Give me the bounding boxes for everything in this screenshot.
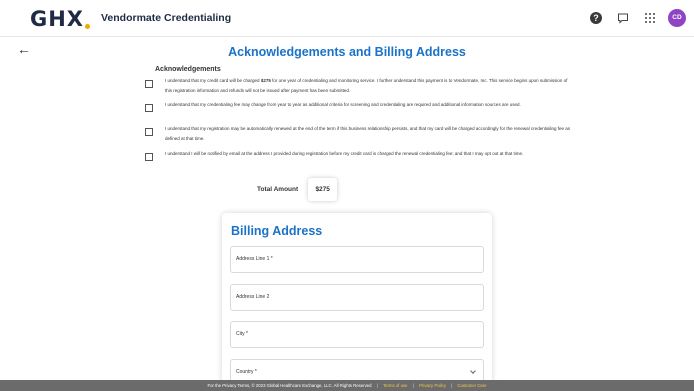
privacy-policy-link[interactable]: Privacy Policy xyxy=(419,383,446,388)
terms-of-use-link[interactable]: Terms of use xyxy=(383,383,408,388)
charge-amount: $275 xyxy=(260,78,271,83)
footer-separator: | xyxy=(451,383,453,388)
footer-separator: | xyxy=(412,383,414,388)
ghx-logo[interactable]: GHX xyxy=(30,7,91,31)
help-icon[interactable]: ? xyxy=(587,9,605,27)
top-bar: GHX Vendormate Credentialing ? CD xyxy=(0,0,694,37)
header-actions: ? CD xyxy=(587,9,686,27)
acknowledgement-row: I understand that my credentialing fee m… xyxy=(145,100,575,112)
acknowledgement-checkbox[interactable] xyxy=(145,153,153,161)
footer-separator: | xyxy=(376,383,378,388)
city-label: City * xyxy=(236,331,248,337)
acknowledgements-heading: Acknowledgements xyxy=(155,66,221,73)
chevron-down-icon xyxy=(470,368,476,374)
logo-text: GHX xyxy=(30,7,85,31)
app-title: Vendormate Credentialing xyxy=(101,12,232,24)
customer-care-link[interactable]: Customer Care xyxy=(457,383,486,388)
address-line-1-field[interactable]: Address Line 1 * xyxy=(230,246,484,273)
acknowledgement-checkbox[interactable] xyxy=(145,104,153,112)
acknowledgement-checkbox[interactable] xyxy=(145,80,153,88)
acknowledgement-row: I understand that my credit card will be… xyxy=(145,76,575,96)
country-label: Country * xyxy=(236,369,257,375)
billing-address-title: Billing Address xyxy=(231,224,323,238)
acknowledgement-row: I understand I will be notified by email… xyxy=(145,149,575,161)
page-title: Acknowledgements and Billing Address xyxy=(228,45,466,59)
acknowledgement-text: I understand that my credit card will be… xyxy=(165,78,568,93)
address-line-2-label: Address Line 2 xyxy=(236,294,270,300)
acknowledgement-row: I understand that my registration may be… xyxy=(145,124,575,144)
logo-dot xyxy=(85,23,91,29)
acknowledgement-text: I understand I will be notified by email… xyxy=(165,151,524,156)
total-amount-value: $275 xyxy=(308,178,337,201)
address-line-1-label: Address Line 1 * xyxy=(236,256,273,262)
address-line-2-field[interactable]: Address Line 2 xyxy=(230,284,484,311)
acknowledgement-text: I understand that my registration may be… xyxy=(165,126,570,141)
chat-icon[interactable] xyxy=(614,9,632,27)
billing-address-card: Billing Address Address Line 1 * Address… xyxy=(222,213,492,386)
footer: For the Privacy Terms, © 2023 Global Hea… xyxy=(0,380,694,391)
apps-grid-icon[interactable] xyxy=(641,9,659,27)
city-field[interactable]: City * xyxy=(230,321,484,348)
acknowledgement-text: I understand that my credentialing fee m… xyxy=(165,102,521,107)
acknowledgement-checkbox[interactable] xyxy=(145,128,153,136)
user-avatar[interactable]: CD xyxy=(668,9,686,27)
total-amount-section: Total Amount $275 xyxy=(257,178,337,201)
total-amount-label: Total Amount xyxy=(257,186,299,193)
footer-copyright: For the Privacy Terms, © 2023 Global Hea… xyxy=(207,383,372,388)
